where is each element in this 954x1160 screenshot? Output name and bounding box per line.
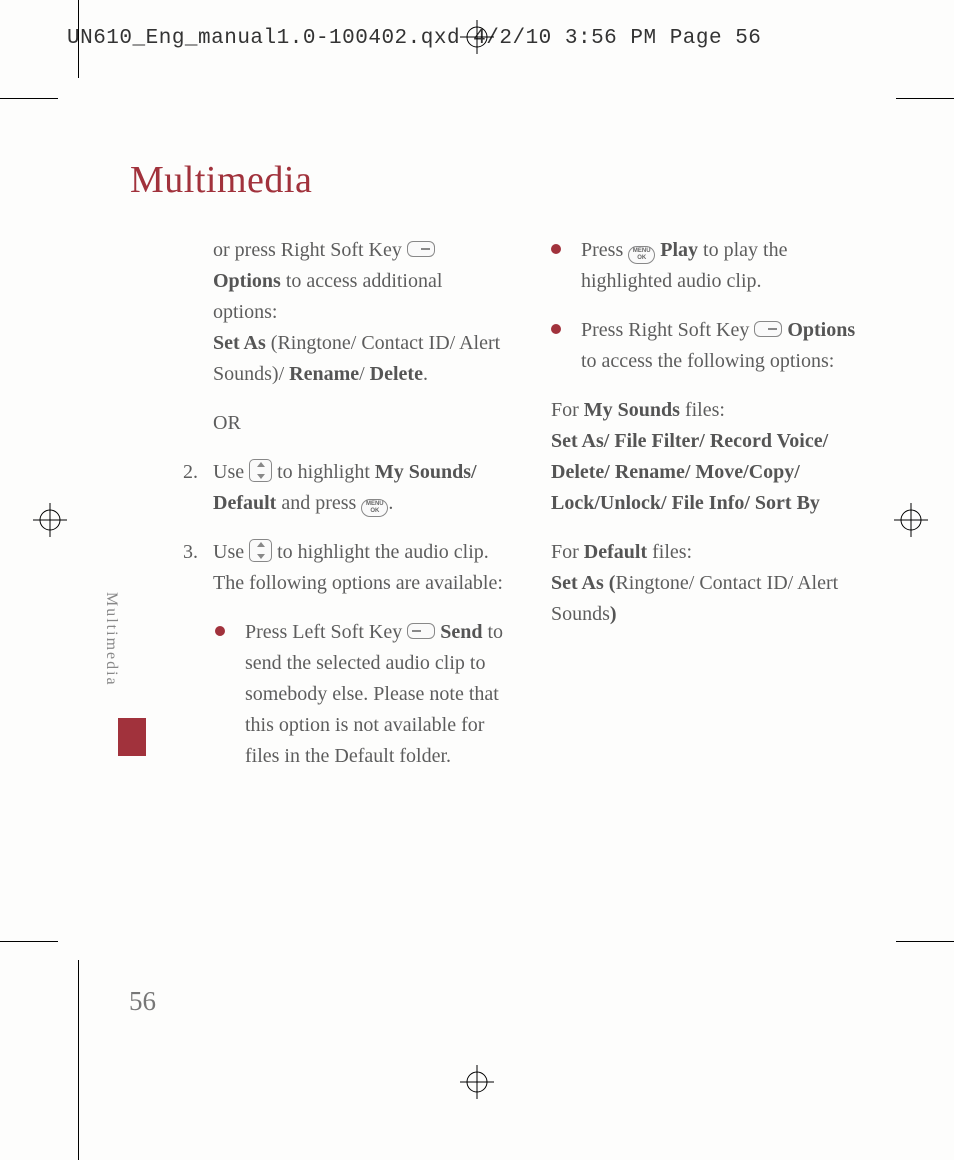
paragraph: For Default files: Set As (Ringtone/ Con…	[551, 537, 871, 630]
column-right: Press MENU OK Play to play the highlight…	[551, 235, 871, 790]
text: files:	[680, 399, 725, 421]
column-left: or press Right Soft Key Options to acces…	[183, 235, 503, 790]
text-bold: Play	[660, 239, 698, 261]
text: For	[551, 541, 584, 563]
text: to highlight	[277, 461, 375, 483]
crop-mark	[78, 0, 79, 78]
paragraph: OR	[183, 408, 503, 439]
crop-mark	[78, 960, 79, 1160]
text-bold: My Sounds	[584, 399, 680, 421]
text-bold: Set As	[213, 332, 266, 354]
step-number: 2.	[183, 457, 198, 488]
text: .	[388, 492, 393, 514]
print-header: UN610_Eng_manual1.0-100402.qxd 4/2/10 3:…	[67, 27, 761, 50]
crop-mark	[896, 98, 954, 99]
text: /	[359, 363, 370, 385]
text: and press	[276, 492, 361, 514]
text: Press Right Soft Key	[581, 319, 754, 341]
text: Press	[581, 239, 628, 261]
text: For	[551, 399, 584, 421]
step-number: 3.	[183, 537, 198, 568]
section-tab-label: Multimedia	[102, 592, 120, 687]
step-3: 3. Use to highlight the audio clip. The …	[183, 537, 503, 599]
text: Use	[213, 461, 249, 483]
bullet-icon	[215, 626, 225, 636]
text: Use	[213, 541, 249, 563]
text: files:	[647, 541, 692, 563]
paragraph: For My Sounds files: Set As/ File Filter…	[551, 395, 871, 519]
text-bold: Delete	[370, 363, 423, 385]
bullet-item: Press MENU OK Play to play the highlight…	[551, 235, 871, 297]
bullet-icon	[551, 324, 561, 334]
ok-key-icon: MENU OK	[361, 499, 388, 517]
text-bold: Send	[440, 621, 482, 643]
text-bold: Options	[213, 270, 281, 292]
left-soft-key-icon	[407, 623, 435, 639]
ok-key-icon: MENU OK	[628, 246, 655, 264]
text-bold: Set As (	[551, 572, 615, 594]
text: Press Left Soft Key	[245, 621, 407, 643]
body-content: or press Right Soft Key Options to acces…	[183, 235, 878, 790]
paragraph: or press Right Soft Key Options to acces…	[183, 235, 503, 390]
crop-mark	[0, 941, 58, 942]
text-bold: )	[610, 603, 617, 625]
text: .	[423, 363, 428, 385]
text-bold: Default	[584, 541, 647, 563]
text: or press Right Soft Key	[213, 239, 407, 261]
page-title: Multimedia	[130, 158, 312, 202]
right-soft-key-icon	[754, 321, 782, 337]
registration-mark-icon	[33, 503, 67, 537]
bullet-icon	[551, 244, 561, 254]
text-bold: Options	[787, 319, 855, 341]
registration-mark-icon	[460, 1065, 494, 1099]
bullet-item: Press Left Soft Key Send to send the sel…	[183, 617, 503, 772]
right-soft-key-icon	[407, 241, 435, 257]
text-bold: Rename	[289, 363, 359, 385]
page-number: 56	[129, 986, 156, 1017]
step-2: 2. Use to highlight My Sounds/ Default a…	[183, 457, 503, 519]
crop-mark	[0, 98, 58, 99]
registration-mark-icon	[460, 20, 494, 54]
registration-mark-icon	[894, 503, 928, 537]
crop-mark	[896, 941, 954, 942]
text: to access the following options:	[581, 350, 834, 372]
bullet-item: Press Right Soft Key Options to access t…	[551, 315, 871, 377]
navigation-key-icon	[249, 459, 272, 482]
navigation-key-icon	[249, 539, 272, 562]
text-bold: Set As/ File Filter/ Record Voice/ Delet…	[551, 430, 828, 514]
section-tab-marker	[118, 718, 146, 756]
